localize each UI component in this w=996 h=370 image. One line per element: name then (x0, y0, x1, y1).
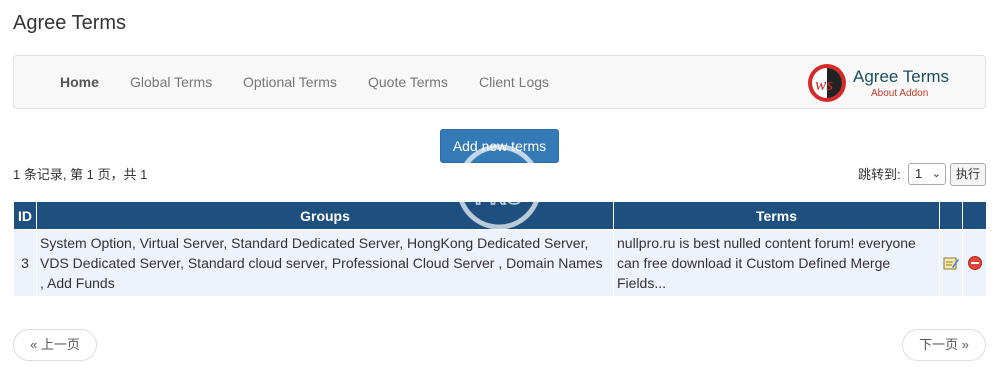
nav-item-global-terms[interactable]: Global Terms (130, 56, 212, 108)
table-header-row: ID Groups Terms (13, 201, 987, 230)
nav-item-home[interactable]: Home (60, 56, 99, 108)
page-title: Agree Terms (13, 12, 127, 34)
column-header-edit (939, 201, 963, 230)
previous-page-button[interactable]: « 上一页 (13, 329, 97, 361)
row-id: 3 (13, 229, 37, 297)
edit-cell (939, 229, 963, 297)
chevron-down-icon: ⌄ (931, 168, 941, 180)
delete-icon[interactable] (967, 256, 982, 270)
about-addon-link[interactable]: About Addon (871, 88, 928, 99)
top-navbar: Home Global Terms Optional Terms Quote T… (13, 55, 986, 109)
column-header-id[interactable]: ID (13, 201, 37, 230)
page-select[interactable]: 1 ⌄ (908, 163, 946, 185)
page-select-value: 1 (915, 166, 923, 181)
column-header-terms[interactable]: Terms (613, 201, 940, 230)
terms-table: ID Groups Terms 3 System Option, Virtual… (13, 201, 987, 297)
addon-brand[interactable]: ws Agree Terms About Addon (807, 62, 967, 104)
jump-to-label: 跳转到: (858, 167, 901, 182)
column-header-groups[interactable]: Groups (36, 201, 614, 230)
ws-logo-icon: ws (808, 64, 846, 102)
table-row: 3 System Option, Virtual Server, Standar… (13, 229, 987, 297)
column-header-delete (962, 201, 987, 230)
records-info: 1 条记录, 第 1 页，共 1 (13, 167, 148, 182)
add-new-terms-button[interactable]: Add new terms (440, 129, 559, 163)
row-terms: nullpro.ru is best nulled content forum!… (613, 229, 940, 297)
svg-text:ws: ws (815, 75, 833, 94)
delete-cell (962, 229, 987, 297)
next-page-button[interactable]: 下一页 » (902, 329, 986, 361)
nav-item-optional-terms[interactable]: Optional Terms (243, 56, 337, 108)
edit-icon[interactable] (943, 256, 959, 270)
row-groups: System Option, Virtual Server, Standard … (36, 229, 614, 297)
nav-item-client-logs[interactable]: Client Logs (479, 56, 549, 108)
brand-title: Agree Terms (853, 67, 950, 86)
go-button[interactable]: 执行 (950, 163, 986, 186)
nav-item-quote-terms[interactable]: Quote Terms (368, 56, 448, 108)
